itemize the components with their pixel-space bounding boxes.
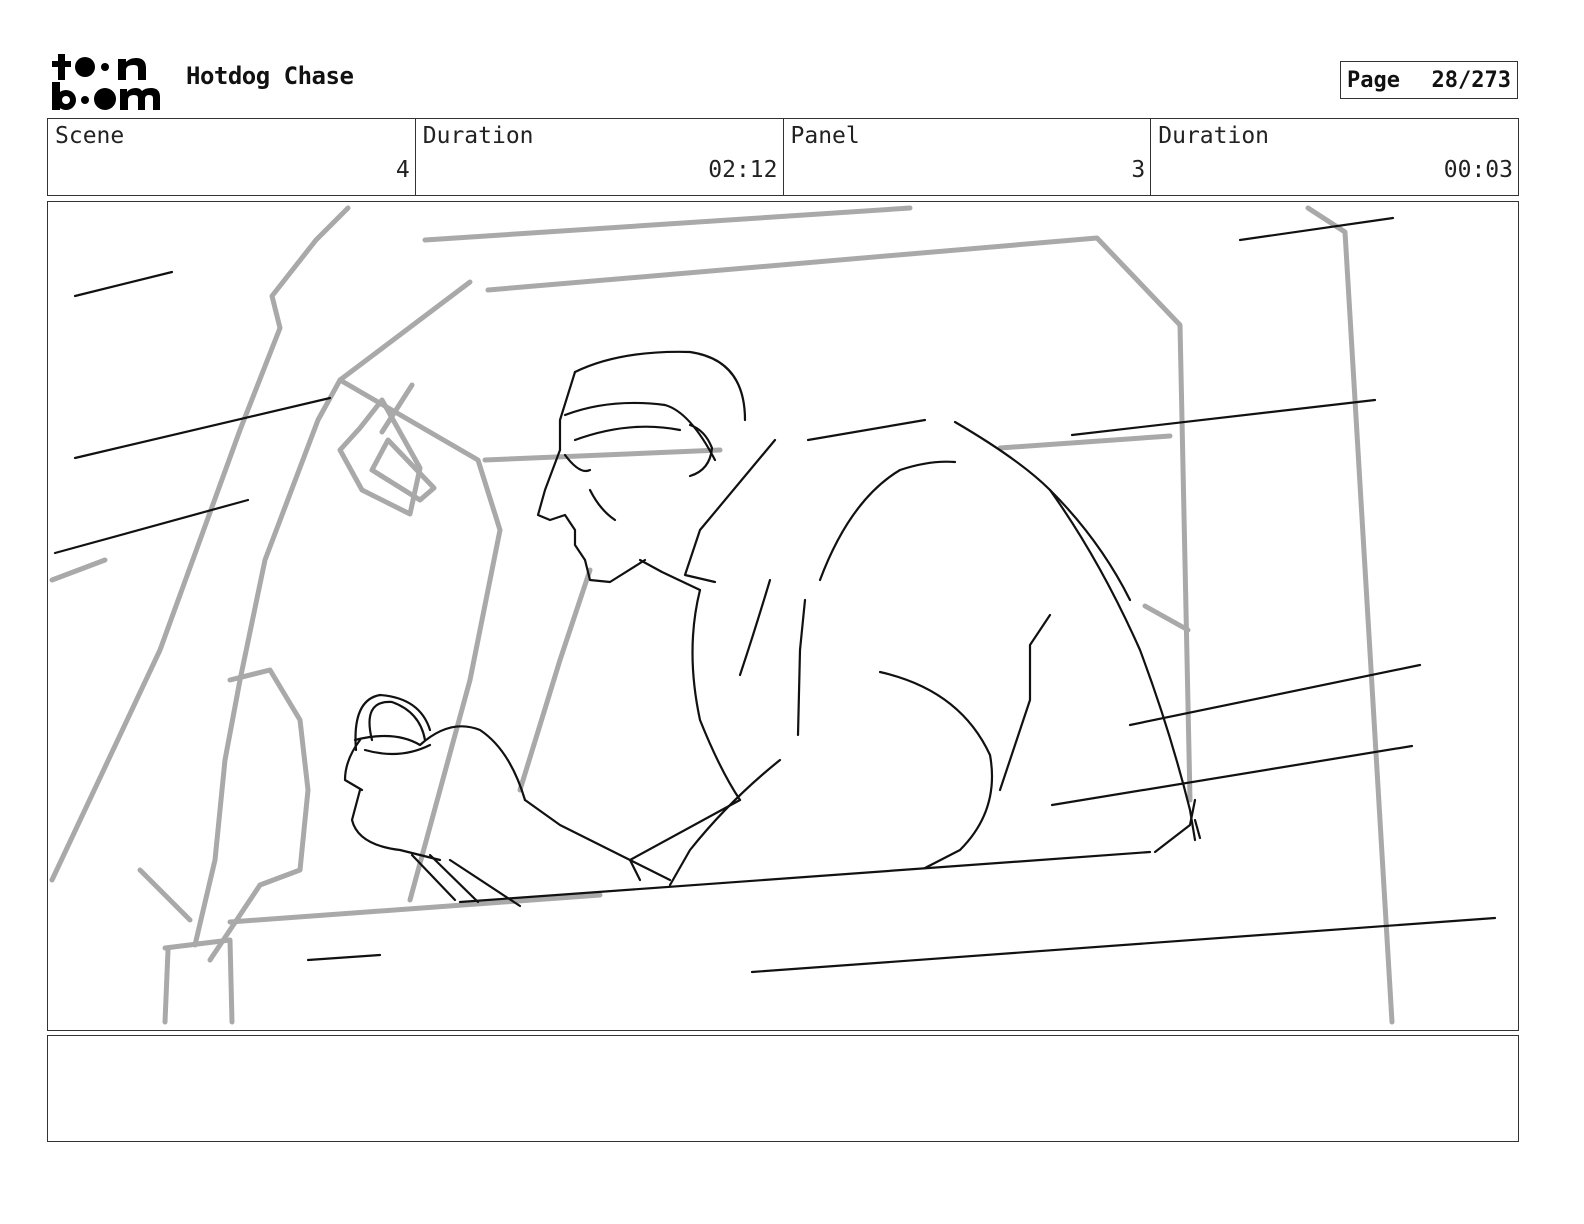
panel-label: Panel	[790, 123, 860, 149]
panel-value: 3	[1131, 157, 1146, 183]
panel-info-row: Scene 4 Duration 02:12 Panel 3 Duration …	[47, 118, 1519, 196]
panel-notes	[47, 1035, 1519, 1142]
scene-duration-label: Duration	[422, 123, 534, 149]
panel-duration-value: 00:03	[1443, 157, 1513, 183]
scene-value: 4	[395, 157, 410, 183]
toon-boom-logo	[52, 54, 160, 110]
scene-label: Scene	[55, 123, 125, 149]
vehicle-background-lines	[49, 205, 1395, 1025]
page-label: Page	[1347, 67, 1400, 93]
panel-duration-label: Duration	[1158, 123, 1270, 149]
storyboard-panel	[47, 201, 1519, 1031]
panel-sketch	[49, 205, 1497, 1025]
page-number: 28/273	[1431, 67, 1511, 93]
panel-cell: Panel 3	[784, 119, 1152, 195]
project-title: Hotdog Chase	[186, 62, 354, 90]
scene-cell: Scene 4	[48, 119, 416, 195]
panel-duration-cell: Duration 00:03	[1151, 119, 1518, 195]
scene-duration-cell: Duration 02:12	[416, 119, 784, 195]
speed-lines	[53, 216, 1497, 974]
page-indicator: Page 28/273	[1340, 61, 1518, 99]
scene-duration-value: 02:12	[708, 157, 778, 183]
